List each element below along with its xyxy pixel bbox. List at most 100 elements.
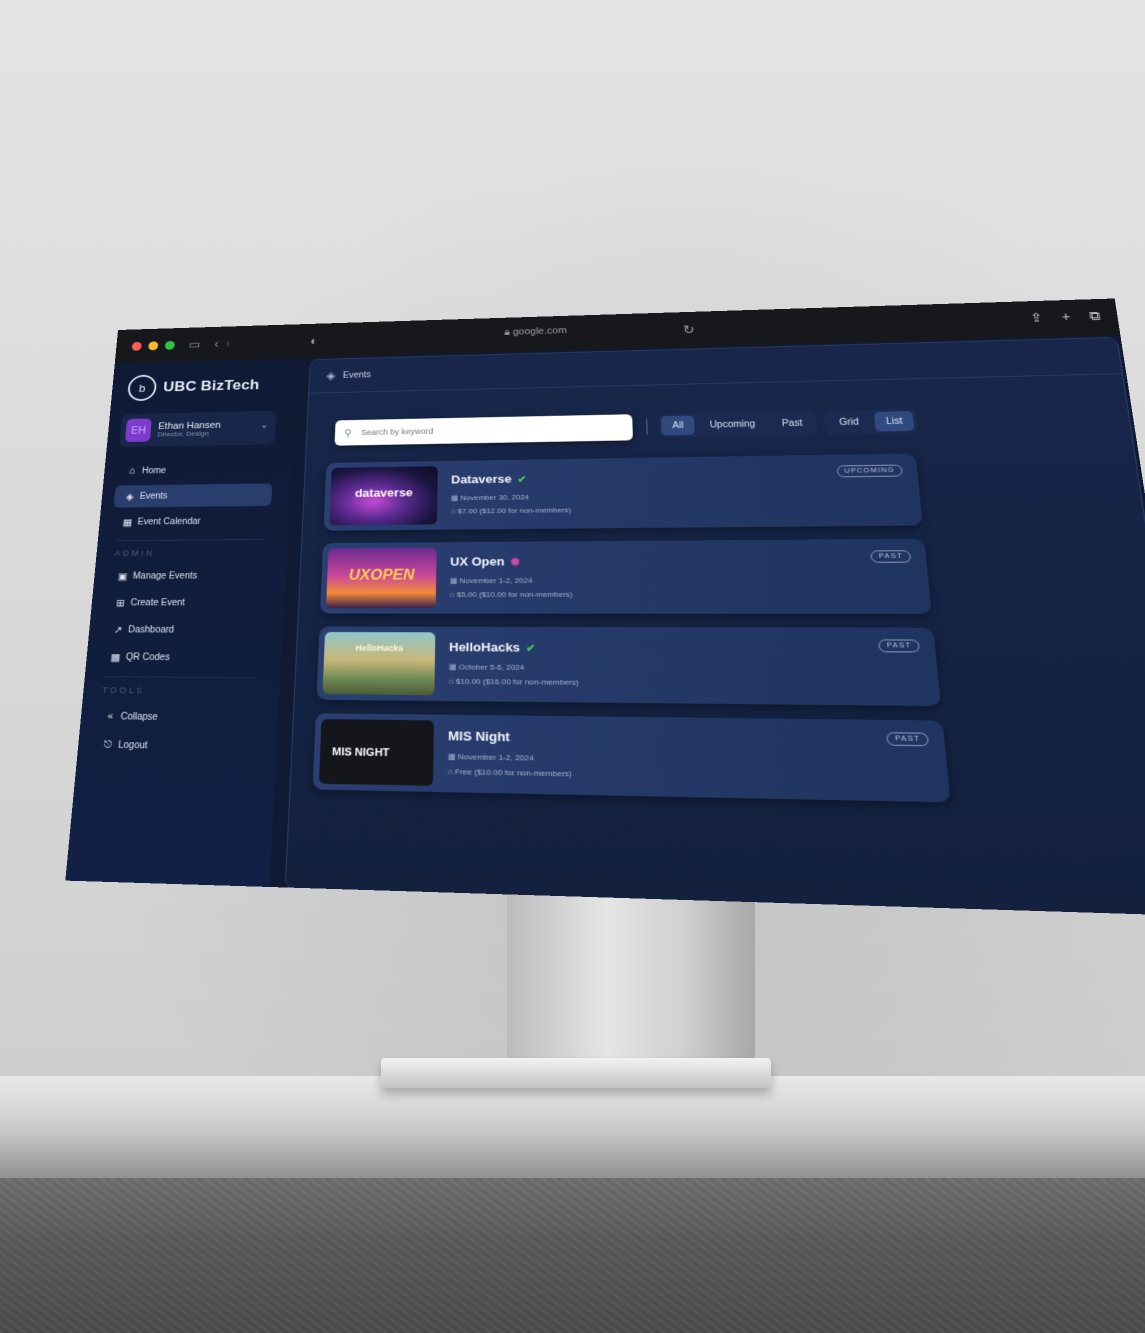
tools-section-title: TOOLS bbox=[101, 685, 146, 696]
monitor-screen: ▭ ‹ › ◐ 🔒︎ google.com ↻ ⇪ + ⧉ b UBC BizT… bbox=[65, 298, 1145, 917]
thumbnail-label: MIS NIGHT bbox=[331, 746, 390, 760]
event-date-text: November 1-2, 2024 bbox=[459, 576, 533, 585]
share-icon[interactable]: ⇪ bbox=[1029, 310, 1043, 325]
status-badge: PAST bbox=[870, 550, 912, 563]
concrete-base bbox=[0, 1178, 1145, 1333]
app-screen: ▭ ‹ › ◐ 🔒︎ google.com ↻ ⇪ + ⧉ b UBC BizT… bbox=[65, 298, 1145, 917]
status-badge: PAST bbox=[878, 639, 921, 653]
event-date-text: November 30, 2024 bbox=[460, 493, 530, 502]
list-view-button[interactable]: List bbox=[873, 411, 915, 432]
user-menu[interactable]: EH Ethan Hansen Director, Design ⌄ bbox=[119, 410, 277, 448]
event-price: ⌂ Free ($10.00 for non-members) bbox=[448, 767, 572, 778]
status-badge: UPCOMING bbox=[836, 464, 903, 478]
event-date: ▦ November 1-2, 2024 bbox=[448, 752, 534, 762]
maximize-window-button[interactable] bbox=[164, 340, 176, 350]
event-title: MIS Night bbox=[448, 728, 510, 744]
admin-section-title: ADMIN bbox=[114, 548, 156, 558]
event-date-text: November 1-2, 2024 bbox=[457, 752, 534, 763]
close-window-button[interactable] bbox=[131, 341, 142, 351]
event-date-text: October 5-6, 2024 bbox=[458, 662, 525, 672]
event-title: UX Open ✺ bbox=[450, 554, 520, 568]
sidebar-item-logout[interactable]: ⎋ Logout bbox=[90, 732, 258, 760]
search-input[interactable] bbox=[359, 422, 613, 438]
filter-upcoming-button[interactable]: Upcoming bbox=[698, 414, 767, 435]
manage-icon: ▣ bbox=[117, 571, 128, 582]
filter-segmented-control: All Upcoming Past bbox=[657, 410, 818, 439]
reload-icon[interactable]: ↻ bbox=[683, 322, 695, 337]
calendar-icon: ▦ bbox=[450, 493, 461, 502]
grid-view-button[interactable]: Grid bbox=[827, 412, 871, 432]
sidebar-item-dashboard[interactable]: ↗ Dashboard bbox=[101, 618, 265, 642]
event-title-text: Dataverse bbox=[451, 472, 512, 487]
sidebar-toggle-icon[interactable]: ▭ bbox=[188, 337, 201, 351]
event-thumbnail: MIS NIGHT bbox=[318, 719, 434, 786]
breadcrumb: Events bbox=[342, 370, 372, 380]
sidebar-item-manage-events[interactable]: ▣ Manage Events bbox=[106, 564, 268, 588]
brand[interactable]: b UBC BizTech bbox=[126, 372, 260, 402]
minimize-window-button[interactable] bbox=[148, 340, 159, 350]
event-card-hellohacks[interactable]: HelloHacks HelloHacks ✔ ▦ October 5-6, 20… bbox=[316, 626, 942, 707]
lock-icon: 🔒︎ bbox=[504, 327, 513, 338]
chevron-down-icon[interactable]: ⌄ bbox=[260, 421, 268, 430]
monitor-stand-base bbox=[381, 1058, 771, 1088]
event-price-text: $7.00 ($12.00 for non-members) bbox=[457, 505, 572, 516]
qr-icon: ▩ bbox=[110, 651, 121, 663]
calendar-icon: ▦ bbox=[447, 752, 458, 762]
tabs-overview-icon[interactable]: ⧉ bbox=[1088, 309, 1101, 324]
event-card-mis-night[interactable]: MIS NIGHT MIS Night ▦ November 1-2, 2024… bbox=[312, 713, 951, 803]
event-price-text: $5.00 ($10.00 for non-members) bbox=[456, 590, 573, 599]
sidebar-item-create-event[interactable]: ⊞ Create Event bbox=[104, 591, 267, 615]
event-thumbnail: HelloHacks bbox=[322, 632, 436, 696]
check-circle-icon: ✔ bbox=[517, 474, 527, 486]
forward-icon[interactable]: › bbox=[225, 337, 230, 350]
check-circle-icon: ✔ bbox=[526, 643, 536, 655]
sidebar-item-collapse[interactable]: « Collapse bbox=[93, 704, 260, 731]
sidebar-item-label: Home bbox=[141, 465, 167, 476]
logout-icon: ⎋ bbox=[103, 738, 113, 751]
event-title-text: UX Open bbox=[450, 554, 505, 569]
event-title: Dataverse ✔ bbox=[451, 472, 526, 486]
user-role: Director, Design bbox=[157, 429, 209, 438]
sidebar-item-label: Create Event bbox=[130, 597, 186, 608]
sidebar-item-label: Logout bbox=[117, 739, 148, 751]
calendar-icon: ▦ bbox=[448, 662, 459, 672]
pending-icon: ✺ bbox=[510, 557, 520, 569]
chevrons-left-icon: « bbox=[106, 710, 114, 723]
status-badge: PAST bbox=[886, 732, 930, 747]
calendar-icon: ▦ bbox=[449, 576, 460, 585]
event-title-text: HelloHacks bbox=[449, 639, 521, 655]
search-box[interactable]: ⚲ bbox=[334, 414, 633, 446]
address-bar[interactable]: 🔒︎ google.com bbox=[504, 326, 566, 339]
shelf-edge bbox=[0, 1130, 1145, 1180]
brand-name: UBC BizTech bbox=[162, 376, 260, 395]
filter-all-button[interactable]: All bbox=[661, 415, 696, 436]
calendar-plus-icon: ⊞ bbox=[115, 597, 126, 609]
divider bbox=[103, 676, 256, 679]
monitor-stand-neck bbox=[507, 890, 755, 1060]
event-thumbnail: dataverse bbox=[329, 466, 438, 526]
browser-actions: ⇪ + ⧉ bbox=[1029, 309, 1101, 326]
thumbnail-label: UXOPEN bbox=[348, 567, 415, 584]
sidebar-item-qr-codes[interactable]: ▩ QR Codes bbox=[99, 645, 264, 670]
calendar-icon: ▦ bbox=[122, 517, 133, 528]
layers-icon: ◈ bbox=[125, 491, 135, 502]
filter-past-button[interactable]: Past bbox=[770, 413, 814, 433]
event-date: ▦ November 1-2, 2024 bbox=[450, 576, 533, 585]
event-title-text: MIS Night bbox=[447, 728, 510, 745]
layers-icon: ◈ bbox=[326, 369, 336, 382]
event-thumbnail: UXOPEN bbox=[326, 547, 437, 609]
url-text: google.com bbox=[512, 325, 567, 338]
sidebar-item-event-calendar[interactable]: ▦ Event Calendar bbox=[111, 509, 271, 533]
chart-icon: ↗ bbox=[113, 624, 123, 636]
event-card-ux-open[interactable]: UXOPEN UX Open ✺ ▦ November 1-2, 2024 ⌂ $… bbox=[319, 538, 932, 614]
sidebar-item-events[interactable]: ◈ Events bbox=[113, 483, 273, 508]
new-tab-icon[interactable]: + bbox=[1061, 309, 1072, 324]
sidebar-item-home[interactable]: ⌂ Home bbox=[116, 458, 274, 482]
event-price-text: $10.00 ($16.00 for non-members) bbox=[455, 677, 579, 687]
event-date: ▦ November 30, 2024 bbox=[451, 493, 529, 502]
back-icon[interactable]: ‹ bbox=[214, 337, 219, 350]
thumbnail-label: dataverse bbox=[354, 485, 413, 500]
privacy-shield-icon[interactable]: ◐ bbox=[310, 334, 318, 347]
event-card-dataverse[interactable]: dataverse Dataverse ✔ ▦ November 30, 2024… bbox=[323, 453, 923, 531]
sidebar-item-label: Events bbox=[139, 491, 168, 501]
